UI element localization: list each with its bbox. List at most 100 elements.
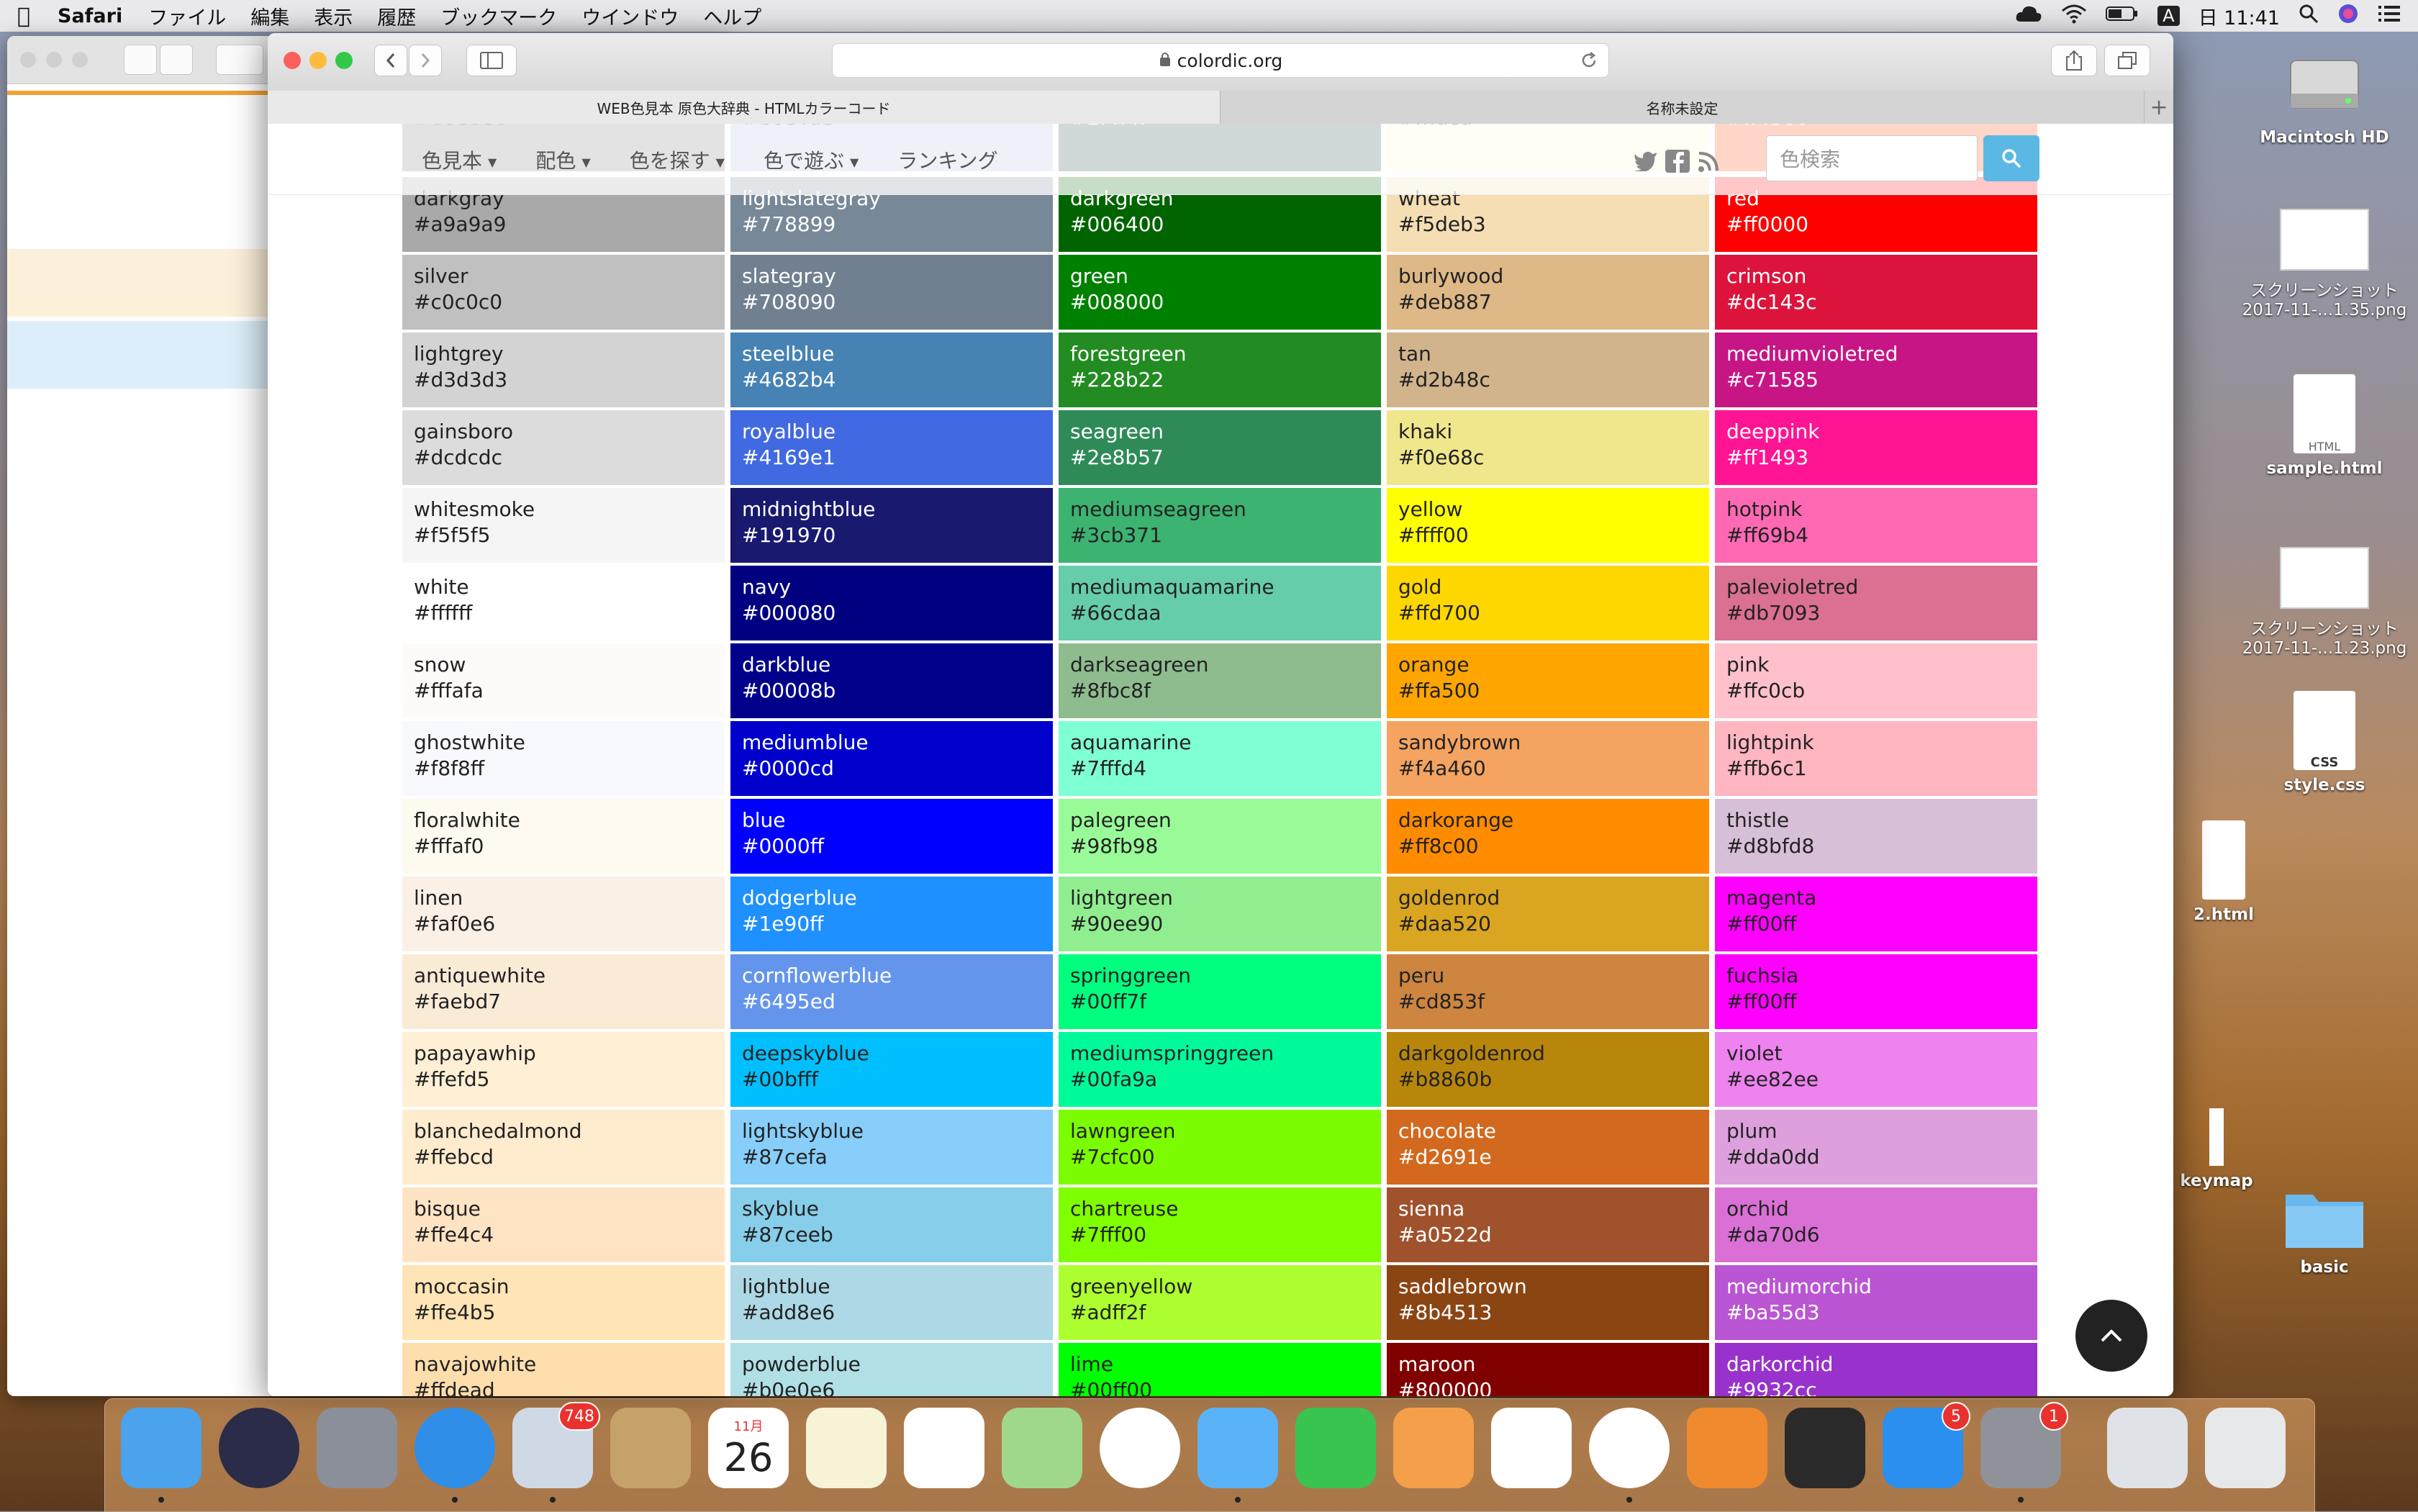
desktop-icon-sample-html[interactable]: HTML sample.html xyxy=(2245,374,2404,478)
color-swatch[interactable]: bisque #ffe4c4 xyxy=(402,1187,725,1262)
mail-icon[interactable]: 748 xyxy=(512,1402,600,1503)
notification-center-icon[interactable] xyxy=(2378,4,2401,28)
safari-icon[interactable] xyxy=(415,1408,495,1503)
color-swatch[interactable]: palegreen #98fb98 xyxy=(1059,799,1381,874)
color-swatch[interactable]: lightblue #add8e6 xyxy=(730,1265,1053,1340)
calendar-icon[interactable]: 11月 26 xyxy=(708,1408,789,1488)
color-swatch[interactable]: tan #d2b48c xyxy=(1387,332,1709,407)
color-search-input[interactable]: 色検索 xyxy=(1766,135,1978,181)
color-swatch[interactable]: mediumblue #0000cd xyxy=(730,721,1053,796)
color-swatch[interactable]: moccasin #ffe4b5 xyxy=(402,1265,725,1340)
zoom-window-icon[interactable] xyxy=(335,52,353,69)
new-tab-button[interactable]: + xyxy=(2145,91,2173,124)
nav-color-samples[interactable]: 色見本 ▼ xyxy=(422,145,497,174)
color-swatch[interactable]: maroon #800000 xyxy=(1387,1343,1709,1396)
desktop-icon-basic[interactable]: basic xyxy=(2274,1180,2375,1277)
downloads-icon[interactable] xyxy=(2107,1408,2188,1488)
color-swatch[interactable]: greenyellow #adff2f xyxy=(1059,1265,1381,1340)
menu-file[interactable]: ファイル xyxy=(148,2,226,30)
rss-icon[interactable] xyxy=(1697,150,1721,173)
search-button[interactable] xyxy=(1983,135,2039,181)
finder-icon[interactable] xyxy=(121,1408,202,1503)
color-swatch[interactable]: orange #ffa500 xyxy=(1387,643,1709,718)
color-swatch[interactable]: lightskyblue #87cefa xyxy=(730,1110,1053,1185)
color-swatch[interactable]: orchid #da70d6 xyxy=(1715,1187,2037,1262)
input-source-icon[interactable]: A xyxy=(2157,6,2180,26)
forward-button[interactable] xyxy=(409,45,442,76)
color-swatch[interactable]: magenta #ff00ff xyxy=(1715,877,2037,951)
desktop-icon-screenshot-2[interactable]: スクリーンショット 2017-11-...1.23.png xyxy=(2231,547,2418,658)
color-swatch[interactable]: mediumorchid #ba55d3 xyxy=(1715,1265,2037,1340)
color-swatch[interactable]: chocolate #d2691e xyxy=(1387,1110,1709,1185)
color-swatch[interactable]: darkseagreen #8fbc8f xyxy=(1059,643,1381,718)
desktop-icon-macintosh-hd[interactable]: Macintosh HD xyxy=(2245,43,2404,147)
color-swatch[interactable]: whitesmoke #f5f5f5 xyxy=(402,488,725,563)
color-swatch[interactable]: violet #ee82ee xyxy=(1715,1032,2037,1107)
preferences-icon[interactable]: 1 xyxy=(1980,1402,2068,1503)
trash-icon[interactable] xyxy=(2205,1408,2286,1488)
color-swatch[interactable]: mediumaquamarine #66cdaa xyxy=(1059,566,1381,640)
color-swatch[interactable]: ghostwhite #f8f8ff xyxy=(402,721,725,796)
facebook-icon[interactable] xyxy=(1665,150,1690,173)
color-swatch[interactable]: plum #dda0dd xyxy=(1715,1110,2037,1185)
color-swatch[interactable]: burlywood #deb887 xyxy=(1387,255,1709,330)
color-swatch[interactable]: gold #ffd700 xyxy=(1387,566,1709,640)
facetime-icon[interactable] xyxy=(1295,1408,1376,1488)
color-swatch[interactable]: lime #00ff00 xyxy=(1059,1343,1381,1396)
color-swatch[interactable]: darkblue #00008b xyxy=(730,643,1053,718)
color-swatch[interactable]: deeppink #ff1493 xyxy=(1715,410,2037,485)
color-swatch[interactable]: lightgrey #d3d3d3 xyxy=(402,332,725,407)
color-swatch[interactable]: forestgreen #228b22 xyxy=(1059,332,1381,407)
color-swatch[interactable]: blue #0000ff xyxy=(730,799,1053,874)
color-swatch[interactable]: blanchedalmond #ffebcd xyxy=(402,1110,725,1185)
color-swatch[interactable]: darkorange #ff8c00 xyxy=(1387,799,1709,874)
sidebar-icon[interactable] xyxy=(216,45,263,75)
cloud-icon[interactable] xyxy=(2015,4,2042,28)
apple-menu-icon[interactable]:  xyxy=(17,4,30,29)
photos-icon[interactable] xyxy=(1100,1408,1180,1488)
color-swatch[interactable]: chartreuse #7fff00 xyxy=(1059,1187,1381,1262)
color-swatch[interactable]: mediumseagreen #3cb371 xyxy=(1059,488,1381,563)
color-swatch[interactable]: snow #fffafa xyxy=(402,643,725,718)
menu-edit[interactable]: 編集 xyxy=(250,2,289,30)
desktop-icon-screenshot-1[interactable]: スクリーンショット 2017-11-...1.35.png xyxy=(2231,209,2418,320)
desktop-icon-style-css[interactable]: CSS style.css xyxy=(2245,691,2404,795)
color-swatch[interactable]: white #ffffff xyxy=(402,566,725,640)
color-swatch[interactable]: silver #c0c0c0 xyxy=(402,255,725,330)
color-swatch[interactable]: hotpink #ff69b4 xyxy=(1715,488,2037,563)
color-swatch[interactable]: darkorchid #9932cc xyxy=(1715,1343,2037,1396)
minimize-window-icon[interactable] xyxy=(46,52,62,68)
color-swatch[interactable]: floralwhite #fffaf0 xyxy=(402,799,725,874)
twitter-icon[interactable] xyxy=(1634,150,1658,173)
color-swatch[interactable]: springgreen #00ff7f xyxy=(1059,954,1381,1029)
color-swatch[interactable]: mediumspringgreen #00fa9a xyxy=(1059,1032,1381,1107)
color-swatch[interactable]: navajowhite #ffdead xyxy=(402,1343,725,1396)
minimize-window-icon[interactable] xyxy=(309,52,327,69)
notes-icon[interactable] xyxy=(806,1408,887,1488)
reminders-icon[interactable] xyxy=(904,1408,984,1488)
nav-find-color[interactable]: 色を探す ▼ xyxy=(630,145,725,174)
forward-icon[interactable] xyxy=(160,45,193,75)
menu-clock[interactable]: 日 11:41 xyxy=(2199,2,2280,30)
color-swatch[interactable]: royalblue #4169e1 xyxy=(730,410,1053,485)
tab-untitled[interactable]: 名称未設定 xyxy=(1221,91,2145,124)
zoom-window-icon[interactable] xyxy=(72,52,88,68)
color-swatch[interactable]: peru #cd853f xyxy=(1387,954,1709,1029)
color-swatch[interactable]: crimson #dc143c xyxy=(1715,255,2037,330)
back-button[interactable] xyxy=(374,45,407,76)
reload-icon[interactable] xyxy=(1580,51,1598,74)
tab-colordic[interactable]: WEB色見本 原色大辞典 - HTMLカラーコード xyxy=(268,91,1221,124)
back-icon[interactable] xyxy=(124,45,157,75)
color-swatch[interactable]: powderblue #b0e0e6 xyxy=(730,1343,1053,1396)
color-swatch[interactable]: deepskyblue #00bfff xyxy=(730,1032,1053,1107)
color-swatch[interactable]: dodgerblue #1e90ff xyxy=(730,877,1053,951)
pages-icon[interactable] xyxy=(1393,1408,1474,1488)
share-button[interactable] xyxy=(2051,45,2097,76)
contacts-icon[interactable] xyxy=(610,1408,691,1488)
color-swatch[interactable]: darkgoldenrod #b8860b xyxy=(1387,1032,1709,1107)
color-swatch[interactable]: lightpink #ffb6c1 xyxy=(1715,721,2037,796)
color-swatch[interactable]: linen #faf0e6 xyxy=(402,877,725,951)
color-swatch[interactable]: mediumvioletred #c71585 xyxy=(1715,332,2037,407)
close-window-icon[interactable] xyxy=(20,52,36,68)
color-swatch[interactable]: lawngreen #7cfc00 xyxy=(1059,1110,1381,1185)
